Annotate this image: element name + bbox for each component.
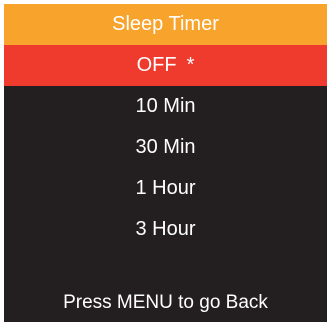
menu-item-30-min[interactable]: 30 Min: [4, 127, 327, 168]
menu-item-3-hour[interactable]: 3 Hour: [4, 209, 327, 250]
menu-item-label: OFF: [136, 54, 177, 76]
current-setting-marker: *: [186, 54, 195, 76]
footer-hint: Press MENU to go Back: [63, 292, 268, 313]
sleep-timer-screen: Sleep Timer OFF * 10 Min 30 Min 1 Hour 3 …: [4, 4, 327, 322]
menu-item-label: 3 Hour: [135, 218, 196, 240]
menu-item-label: 1 Hour: [135, 177, 196, 199]
menu-item-label: 30 Min: [135, 136, 196, 158]
menu-item-off[interactable]: OFF *: [4, 45, 327, 86]
sleep-timer-menu: OFF * 10 Min 30 Min 1 Hour 3 Hour: [4, 45, 327, 250]
menu-item-label: 10 Min: [135, 95, 196, 117]
menu-item-10-min[interactable]: 10 Min: [4, 86, 327, 127]
screen-title: Sleep Timer: [4, 4, 327, 45]
menu-item-1-hour[interactable]: 1 Hour: [4, 168, 327, 209]
